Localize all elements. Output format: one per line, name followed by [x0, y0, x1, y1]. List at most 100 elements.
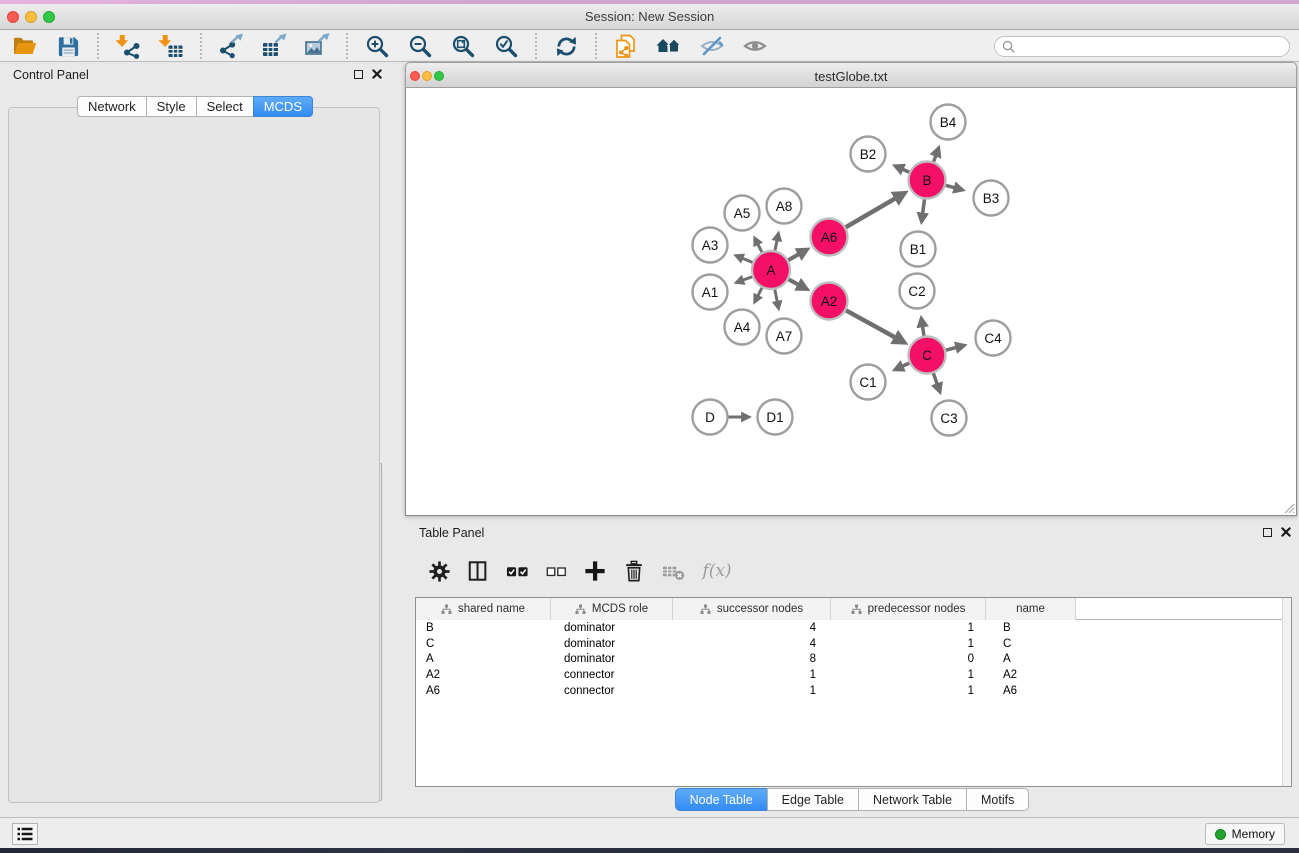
graph-edge-B-B4[interactable]: [933, 156, 935, 162]
graph-node-B2[interactable]: B2: [851, 137, 886, 172]
graph-edge-A-A5[interactable]: [758, 244, 762, 252]
table-cell[interactable]: dominator: [551, 638, 673, 650]
graph-edge-C-C4[interactable]: [945, 348, 956, 351]
graph-edge-C-C2[interactable]: [923, 327, 924, 337]
table-row[interactable]: Adominator80A: [416, 652, 1291, 668]
table-cell[interactable]: 4: [673, 622, 831, 634]
network-canvas[interactable]: AA1A2A3A4A5A6A7A8BB1B2B3B4CC1C2C3C4DD1: [405, 88, 1297, 516]
table-cell[interactable]: A2: [986, 669, 1076, 681]
memory-button[interactable]: Memory: [1205, 823, 1285, 845]
table-cell[interactable]: A: [986, 653, 1076, 665]
graph-node-B1[interactable]: B1: [901, 232, 936, 267]
graph-edge-C-C1[interactable]: [903, 363, 910, 366]
select-all-columns-button[interactable]: [505, 559, 529, 583]
graph-node-A7[interactable]: A7: [767, 319, 802, 354]
tab-motifs[interactable]: Motifs: [966, 788, 1029, 811]
delete-table-button[interactable]: [661, 559, 685, 583]
graph-node-A2[interactable]: A2: [811, 283, 848, 320]
table-cell[interactable]: dominator: [551, 622, 673, 634]
graph-edge-A-A2[interactable]: [788, 279, 798, 284]
column-header-name[interactable]: name: [986, 598, 1076, 620]
import-network-button[interactable]: [111, 32, 145, 60]
table-cell[interactable]: 1: [831, 638, 986, 650]
show-columns-button[interactable]: [466, 559, 490, 583]
graph-node-A1[interactable]: A1: [693, 275, 728, 310]
search-field[interactable]: [994, 36, 1290, 57]
table-cell[interactable]: A6: [416, 685, 551, 697]
table-cell[interactable]: A2: [416, 669, 551, 681]
column-header-successor-nodes[interactable]: successor nodes: [673, 598, 831, 620]
graph-edge-B-B2[interactable]: [903, 169, 910, 172]
graph-node-A4[interactable]: A4: [725, 310, 760, 345]
graph-edge-C-C3[interactable]: [933, 373, 937, 384]
zoom-fit-button[interactable]: [446, 32, 480, 60]
graph-node-D1[interactable]: D1: [758, 400, 793, 435]
table-cell[interactable]: A: [416, 653, 551, 665]
tab-select[interactable]: Select: [196, 96, 254, 117]
tab-network-table[interactable]: Network Table: [858, 788, 967, 811]
zoom-in-button[interactable]: [360, 32, 394, 60]
table-cell[interactable]: 1: [831, 622, 986, 634]
graph-edge-A6-B[interactable]: [845, 198, 895, 227]
tab-node-table[interactable]: Node Table: [675, 788, 768, 811]
table-cell[interactable]: 1: [831, 669, 986, 681]
table-cell[interactable]: 1: [673, 685, 831, 697]
table-cell[interactable]: A6: [986, 685, 1076, 697]
graph-edge-B-B1[interactable]: [923, 199, 925, 213]
table-settings-gear-button[interactable]: [427, 559, 451, 583]
tab-mcds[interactable]: MCDS: [253, 96, 313, 117]
graph-node-A5[interactable]: A5: [725, 196, 760, 231]
close-table-panel-icon[interactable]: [1281, 527, 1291, 537]
clone-network-button[interactable]: [609, 32, 643, 60]
tab-edge-table[interactable]: Edge Table: [767, 788, 859, 811]
graph-node-C4[interactable]: C4: [976, 321, 1011, 356]
home-layout-button[interactable]: [652, 32, 686, 60]
table-cell[interactable]: 8: [673, 653, 831, 665]
graph-edge-A-A7[interactable]: [775, 289, 777, 301]
float-table-panel-icon[interactable]: [1263, 528, 1272, 537]
table-cell[interactable]: connector: [551, 685, 673, 697]
table-scrollbar[interactable]: [1282, 598, 1291, 786]
zoom-selected-button[interactable]: [489, 32, 523, 60]
table-cell[interactable]: 1: [831, 685, 986, 697]
graph-node-D[interactable]: D: [693, 400, 728, 435]
table-cell[interactable]: B: [416, 622, 551, 634]
graph-node-C1[interactable]: C1: [851, 365, 886, 400]
table-cell[interactable]: connector: [551, 669, 673, 681]
graph-edge-A-A1[interactable]: [743, 277, 752, 280]
network-graph[interactable]: AA1A2A3A4A5A6A7A8BB1B2B3B4CC1C2C3C4DD1: [406, 88, 1296, 515]
table-cell[interactable]: 4: [673, 638, 831, 650]
export-image-button[interactable]: [300, 32, 334, 60]
graph-node-C[interactable]: C: [909, 337, 946, 374]
table-cell[interactable]: 0: [831, 653, 986, 665]
save-session-button[interactable]: [51, 32, 85, 60]
tab-network[interactable]: Network: [77, 96, 147, 117]
table-cell[interactable]: B: [986, 622, 1076, 634]
function-builder-button[interactable]: f(x): [700, 559, 734, 583]
table-row[interactable]: A2connector11A2: [416, 667, 1291, 683]
graph-node-C2[interactable]: C2: [900, 274, 935, 309]
graph-node-A6[interactable]: A6: [811, 219, 848, 256]
graph-node-C3[interactable]: C3: [932, 401, 967, 436]
graph-edge-A-A8[interactable]: [775, 241, 777, 251]
delete-columns-button[interactable]: [622, 559, 646, 583]
export-network-button[interactable]: [214, 32, 248, 60]
graph-edge-A-A6[interactable]: [788, 254, 799, 260]
zoom-out-button[interactable]: [403, 32, 437, 60]
unselect-all-columns-button[interactable]: [544, 559, 568, 583]
graph-node-A3[interactable]: A3: [693, 228, 728, 263]
column-header-predecessor-nodes[interactable]: predecessor nodes: [831, 598, 986, 620]
table-cell[interactable]: C: [416, 638, 551, 650]
add-column-button[interactable]: [583, 559, 607, 583]
graph-node-B4[interactable]: B4: [931, 105, 966, 140]
graph-edge-A-A3[interactable]: [743, 258, 753, 262]
task-history-button[interactable]: [12, 823, 38, 845]
show-panel-button[interactable]: [738, 32, 772, 60]
hide-panel-button[interactable]: [695, 32, 729, 60]
import-table-button[interactable]: [154, 32, 188, 60]
table-row[interactable]: Bdominator41B: [416, 620, 1291, 636]
column-header-mcds-role[interactable]: MCDS role: [551, 598, 673, 620]
refresh-view-button[interactable]: [549, 32, 583, 60]
search-input[interactable]: [1019, 38, 1282, 54]
graph-edge-B-B3[interactable]: [945, 185, 954, 188]
